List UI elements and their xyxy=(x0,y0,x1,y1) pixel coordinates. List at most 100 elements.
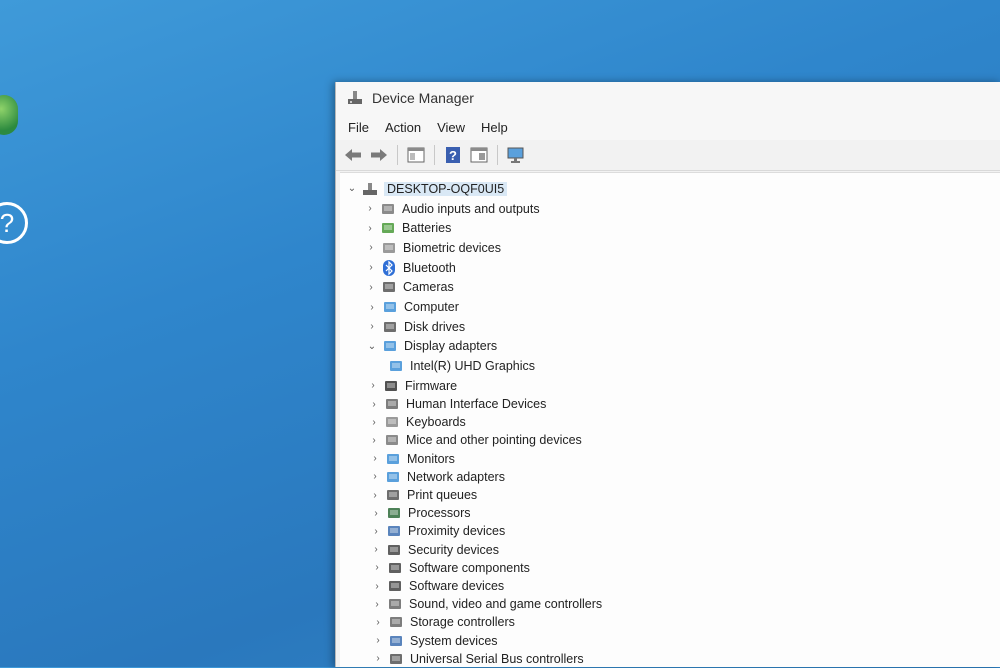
desktop-icon-edge[interactable] xyxy=(0,95,18,135)
back-button[interactable] xyxy=(342,144,364,166)
expand-chevron-icon[interactable]: › xyxy=(368,435,380,446)
tree-item-label: Processors xyxy=(408,506,471,521)
tree-category-usb[interactable]: › Universal Serial Bus controllers xyxy=(372,649,583,668)
menu-view[interactable]: View xyxy=(429,120,473,135)
menu-action[interactable]: Action xyxy=(377,120,429,135)
tree-item-label: Monitors xyxy=(407,451,455,466)
tree-item-label: Human Interface Devices xyxy=(406,397,547,411)
expand-chevron-icon[interactable]: › xyxy=(365,242,377,253)
tree-item-label: Software components xyxy=(409,560,530,575)
device-tree: ⌄ DESKTOP-OQF0UI5 › Audio inputs and outp… xyxy=(340,172,1000,667)
device-manager-icon xyxy=(348,91,362,104)
tree-category-monitor[interactable]: › Monitors xyxy=(369,449,455,468)
properties-button[interactable] xyxy=(405,144,427,166)
tree-category-display-adapter[interactable]: ⌄ Display adapters xyxy=(366,337,497,356)
expand-chevron-icon[interactable]: › xyxy=(367,380,379,391)
tree-category-software-component[interactable]: › Software components xyxy=(371,558,530,577)
printer-icon xyxy=(385,487,401,503)
expand-chevron-icon[interactable]: › xyxy=(369,453,381,464)
expand-chevron-icon[interactable]: › xyxy=(365,262,377,273)
expand-chevron-icon[interactable]: › xyxy=(366,302,378,313)
speaker-icon xyxy=(380,201,396,217)
tree-category-fingerprint[interactable]: › Biometric devices xyxy=(365,238,501,257)
scan-hardware-button[interactable] xyxy=(505,144,527,166)
tree-category-battery[interactable]: › Batteries xyxy=(364,219,451,238)
tree-item-label: Sound, video and game controllers xyxy=(409,597,603,612)
expand-chevron-icon[interactable]: › xyxy=(368,399,380,410)
tree-item-label: Security devices xyxy=(408,542,500,557)
tree-item-label: Firmware xyxy=(405,378,458,393)
expand-chevron-icon[interactable]: › xyxy=(364,203,376,214)
expand-chevron-icon[interactable]: › xyxy=(370,526,382,537)
tree-item-label: Biometric devices xyxy=(403,240,501,255)
tree-category-mouse[interactable]: › Mice and other pointing devices xyxy=(368,431,581,450)
tree-category-disk-drive[interactable]: › Disk drives xyxy=(366,317,465,336)
tree-category-firmware[interactable]: › Firmware xyxy=(367,376,457,395)
update-driver-button[interactable] xyxy=(468,144,490,166)
expand-chevron-icon[interactable]: › xyxy=(371,581,383,592)
menu-bar: File Action View Help xyxy=(336,114,1000,140)
tree-item-label: Keyboards xyxy=(406,415,466,430)
tree-category-speaker[interactable]: › Audio inputs and outputs xyxy=(364,199,539,218)
collapse-chevron-icon[interactable]: ⌄ xyxy=(346,183,358,194)
mouse-icon xyxy=(384,432,400,448)
expand-chevron-icon[interactable]: › xyxy=(364,223,376,234)
tree-category-camera[interactable]: › Cameras xyxy=(365,278,453,297)
tree-root[interactable]: ⌄ DESKTOP-OQF0UI5 xyxy=(346,179,508,198)
display-adapter-icon xyxy=(382,338,398,354)
expand-chevron-icon[interactable]: › xyxy=(369,490,381,501)
tree-item-label: Batteries xyxy=(402,221,452,236)
tree-device-item[interactable]: Intel(R) UHD Graphics xyxy=(388,357,535,376)
expand-chevron-icon[interactable]: › xyxy=(371,562,383,573)
camera-icon xyxy=(381,279,397,295)
svg-text:?: ? xyxy=(449,148,457,163)
expand-chevron-icon[interactable]: › xyxy=(372,653,384,664)
scan-hardware-icon xyxy=(507,147,524,163)
tree-item-label: Bluetooth xyxy=(403,260,456,275)
battery-icon xyxy=(380,220,396,236)
expand-chevron-icon[interactable]: › xyxy=(372,635,384,646)
tree-item-label: Intel(R) UHD Graphics xyxy=(410,359,536,374)
tree-category-hid[interactable]: › Human Interface Devices xyxy=(368,395,546,414)
menu-file[interactable]: File xyxy=(340,120,377,135)
expand-chevron-icon[interactable]: › xyxy=(370,508,382,519)
forward-arrow-icon xyxy=(371,149,387,161)
expand-chevron-icon[interactable]: › xyxy=(370,544,382,555)
tree-category-system-device[interactable]: › System devices xyxy=(372,631,497,650)
menu-help[interactable]: Help xyxy=(473,120,516,135)
tree-category-security[interactable]: › Security devices xyxy=(370,540,499,559)
tree-item-label: Software devices xyxy=(409,579,505,593)
tree-category-keyboard[interactable]: › Keyboards xyxy=(368,413,466,432)
title-bar[interactable]: Device Manager xyxy=(336,82,1000,114)
tree-category-network-adapter[interactable]: › Network adapters xyxy=(369,467,505,486)
tree-category-software-device[interactable]: › Software devices xyxy=(371,577,504,596)
expand-chevron-icon[interactable]: › xyxy=(368,417,380,428)
toolbar-separator xyxy=(397,145,398,165)
help-button[interactable]: ? xyxy=(442,144,464,166)
expand-chevron-icon[interactable]: › xyxy=(365,282,377,293)
tree-category-storage-controller[interactable]: › Storage controllers xyxy=(372,613,515,632)
network-adapter-icon xyxy=(385,469,401,485)
tree-category-printer[interactable]: › Print queues xyxy=(369,486,477,505)
tree-item-label: Storage controllers xyxy=(410,615,515,630)
root-label: DESKTOP-OQF0UI5 xyxy=(384,181,508,196)
expand-chevron-icon[interactable]: › xyxy=(371,599,383,610)
expand-chevron-icon[interactable]: › xyxy=(366,321,378,332)
expand-chevron-icon[interactable]: › xyxy=(369,471,381,482)
tree-category-processor[interactable]: › Processors xyxy=(370,504,471,523)
tree-category-bluetooth[interactable]: › Bluetooth xyxy=(365,258,456,277)
firmware-icon xyxy=(383,378,399,394)
processor-icon xyxy=(386,505,402,521)
forward-button[interactable] xyxy=(368,144,390,166)
tree-category-proximity[interactable]: › Proximity devices xyxy=(370,522,505,541)
desktop-icon-help[interactable]: ? xyxy=(0,202,28,244)
computer-root-icon xyxy=(362,181,378,197)
expand-chevron-icon[interactable]: › xyxy=(372,617,384,628)
window-title: Device Manager xyxy=(372,90,474,106)
tree-item-label: Proximity devices xyxy=(408,524,506,539)
tree-item-label: Disk drives xyxy=(404,319,466,334)
tree-category-computer[interactable]: › Computer xyxy=(366,298,459,317)
security-icon xyxy=(386,542,402,558)
tree-category-sound-controller[interactable]: › Sound, video and game controllers xyxy=(371,595,602,614)
collapse-chevron-icon[interactable]: ⌄ xyxy=(366,341,378,352)
